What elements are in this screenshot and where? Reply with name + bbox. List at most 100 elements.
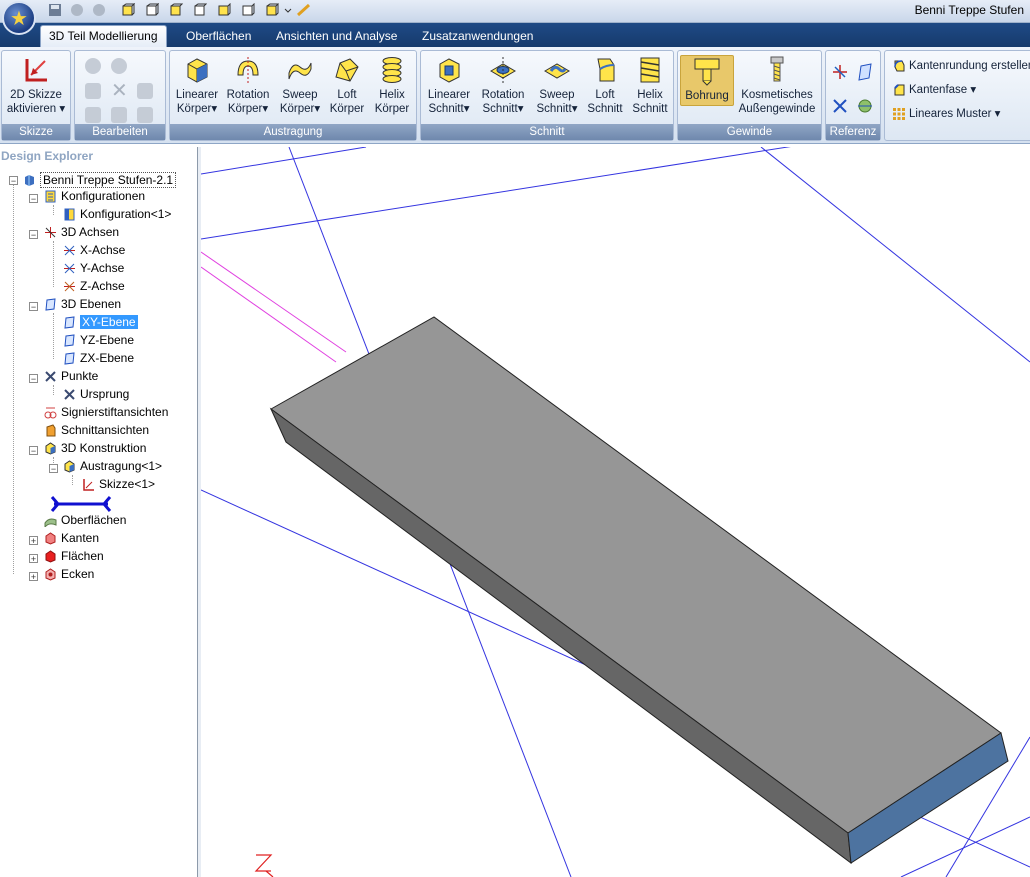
tree-item-zx-ebene[interactable]: ZX-Ebene bbox=[63, 349, 134, 367]
solid-top-face[interactable] bbox=[270, 316, 1002, 834]
expander[interactable]: − bbox=[9, 176, 18, 186]
tree-item-kanten[interactable]: Kanten bbox=[44, 529, 99, 547]
undo-icon[interactable] bbox=[85, 58, 101, 74]
redo-icon[interactable] bbox=[111, 58, 127, 74]
view-cube-icon[interactable] bbox=[217, 3, 231, 17]
tree-item-ecken[interactable]: Ecken bbox=[44, 565, 94, 583]
tree-item-konfiguration1[interactable]: Konfiguration<1> bbox=[63, 205, 171, 223]
design-explorer: Design Explorer − Benni Treppe Stufen-2.… bbox=[0, 147, 198, 877]
lineares-muster-button[interactable]: Lineares Muster ▾ bbox=[892, 106, 1000, 122]
expander[interactable]: − bbox=[29, 374, 38, 384]
tab-oberflaechen[interactable]: Oberflächen bbox=[178, 26, 259, 46]
sweep-cut-icon bbox=[544, 63, 570, 79]
sweep-schnitt-button[interactable]: Sweep Schnitt▾ bbox=[532, 55, 582, 116]
configuration-icon bbox=[45, 190, 56, 203]
tree-item-3d-ebenen[interactable]: 3D Ebenen bbox=[44, 295, 121, 313]
view-cube-icon[interactable] bbox=[193, 3, 207, 17]
plane-edge-line bbox=[760, 147, 1030, 363]
expander[interactable]: − bbox=[49, 464, 58, 474]
view-cube-icon[interactable] bbox=[145, 3, 159, 17]
delete-icon[interactable]: ✕ bbox=[111, 81, 128, 101]
chevron-down-icon: ▾ bbox=[262, 103, 269, 115]
sketch-line bbox=[201, 266, 337, 363]
view-cube-icon[interactable] bbox=[121, 3, 135, 17]
linearer-schnitt-button[interactable]: Linearer Schnitt▾ bbox=[424, 55, 474, 116]
group-label-bearbeiten: Bearbeiten bbox=[75, 124, 165, 140]
rotation-koerper-button[interactable]: Rotation Körper▾ bbox=[223, 55, 273, 116]
view-cube-icon[interactable] bbox=[265, 3, 279, 17]
tree-item-schnittansichten[interactable]: Schnittansichten bbox=[44, 421, 149, 439]
plane-icon bbox=[64, 316, 75, 329]
2d-skizze-button[interactable]: 2D Skizze aktivieren ▾ bbox=[5, 55, 67, 116]
model-canvas[interactable] bbox=[201, 147, 1030, 877]
csys-icon[interactable] bbox=[856, 97, 874, 115]
linearer-koerper-button[interactable]: Linearer Körper▾ bbox=[173, 55, 221, 116]
chevron-down-icon[interactable] bbox=[283, 3, 293, 17]
tree-item-punkte[interactable]: Punkte bbox=[44, 367, 98, 385]
view-cube-icon[interactable] bbox=[169, 3, 183, 17]
face-icon bbox=[45, 550, 56, 563]
duplicate-icon[interactable] bbox=[137, 107, 153, 123]
group-schnitt: Linearer Schnitt▾ Rotation Schnitt▾ Swee… bbox=[420, 50, 674, 141]
tree-item-ursprung[interactable]: Ursprung bbox=[63, 385, 129, 403]
loft-cut-icon bbox=[597, 58, 615, 82]
loft-schnitt-button[interactable]: Loft Schnitt bbox=[585, 55, 625, 116]
expander[interactable]: − bbox=[29, 302, 38, 312]
tab-ansichten-und-analyse[interactable]: Ansichten und Analyse bbox=[268, 26, 405, 46]
plane-icon[interactable] bbox=[856, 63, 874, 81]
app-menu-button[interactable]: ★ bbox=[2, 1, 36, 35]
solid-body[interactable] bbox=[269, 316, 1009, 865]
expander[interactable]: − bbox=[29, 194, 38, 204]
loft-koerper-button[interactable]: Loft Körper bbox=[327, 55, 367, 116]
bohrung-button[interactable]: Bohrung bbox=[680, 55, 734, 106]
tree-item-signierstiftansichten[interactable]: Signierstiftansichten bbox=[44, 403, 168, 421]
expander[interactable]: + bbox=[29, 554, 38, 564]
group-gewinde: Bohrung Kosmetisches Außengewinde Gewind… bbox=[677, 50, 822, 141]
tree-item-konfigurationen[interactable]: Konfigurationen bbox=[44, 187, 145, 205]
tree-item-x-achse[interactable]: X-Achse bbox=[63, 241, 125, 259]
tree-item-z-achse[interactable]: Z-Achse bbox=[63, 277, 125, 295]
tree-item-yz-ebene[interactable]: YZ-Ebene bbox=[63, 331, 134, 349]
copy-icon[interactable] bbox=[85, 107, 101, 123]
paste-icon[interactable] bbox=[111, 107, 127, 123]
axis-icon[interactable] bbox=[831, 63, 849, 81]
sweep-icon bbox=[288, 62, 312, 80]
kantenfase-button[interactable]: Kantenfase ▾ bbox=[892, 82, 976, 98]
helix-icon bbox=[382, 57, 402, 83]
tree-item-flaechen[interactable]: Flächen bbox=[44, 547, 104, 565]
tree-item-3d-konstruktion[interactable]: 3D Konstruktion bbox=[44, 439, 146, 457]
surface-icon bbox=[44, 518, 57, 528]
tree-item-skizze1[interactable]: Skizze<1> bbox=[82, 475, 155, 493]
tab-3d-teil-modellierung[interactable]: 3D Teil Modellierung bbox=[40, 25, 167, 48]
tree-item-oberflaechen[interactable]: Oberflächen bbox=[44, 511, 126, 529]
expander[interactable]: − bbox=[29, 446, 38, 456]
edge-icon bbox=[45, 532, 56, 545]
tree-item-austragung1[interactable]: Austragung<1> bbox=[63, 457, 162, 475]
point-icon[interactable] bbox=[831, 97, 849, 115]
save-icon[interactable] bbox=[48, 3, 62, 17]
kantenrundung-button[interactable]: Kantenrundung erstellen bbox=[892, 58, 1030, 74]
sweep-koerper-button[interactable]: Sweep Körper▾ bbox=[276, 55, 324, 116]
redo-icon[interactable] bbox=[92, 3, 106, 17]
kosmetisches-aussengewinde-button[interactable]: Kosmetisches Außengewinde bbox=[735, 55, 819, 116]
tree-item-xy-ebene[interactable]: XY-Ebene bbox=[63, 313, 138, 331]
tab-zusatzanwendungen[interactable]: Zusatzanwendungen bbox=[414, 26, 541, 46]
loft-icon bbox=[335, 58, 359, 82]
view-cube-icon[interactable] bbox=[241, 3, 255, 17]
helix-schnitt-button[interactable]: Helix Schnitt bbox=[628, 55, 672, 116]
helix-cut-icon bbox=[640, 57, 660, 83]
expander[interactable]: + bbox=[29, 572, 38, 582]
helix-koerper-button[interactable]: Helix Körper bbox=[370, 55, 414, 116]
expander[interactable]: + bbox=[29, 536, 38, 546]
expander[interactable]: − bbox=[29, 230, 38, 240]
tree-item-3d-achsen[interactable]: 3D Achsen bbox=[44, 223, 119, 241]
properties-icon[interactable] bbox=[85, 83, 101, 99]
3d-viewport[interactable] bbox=[201, 147, 1030, 877]
group-label-gewinde: Gewinde bbox=[678, 124, 821, 140]
measure-icon[interactable] bbox=[297, 3, 311, 17]
rotation-schnitt-button[interactable]: Rotation Schnitt▾ bbox=[477, 55, 529, 116]
tree-item-y-achse[interactable]: Y-Achse bbox=[63, 259, 124, 277]
edit-icon[interactable] bbox=[137, 83, 153, 99]
fillet-icon bbox=[894, 60, 905, 72]
undo-icon[interactable] bbox=[70, 3, 84, 17]
